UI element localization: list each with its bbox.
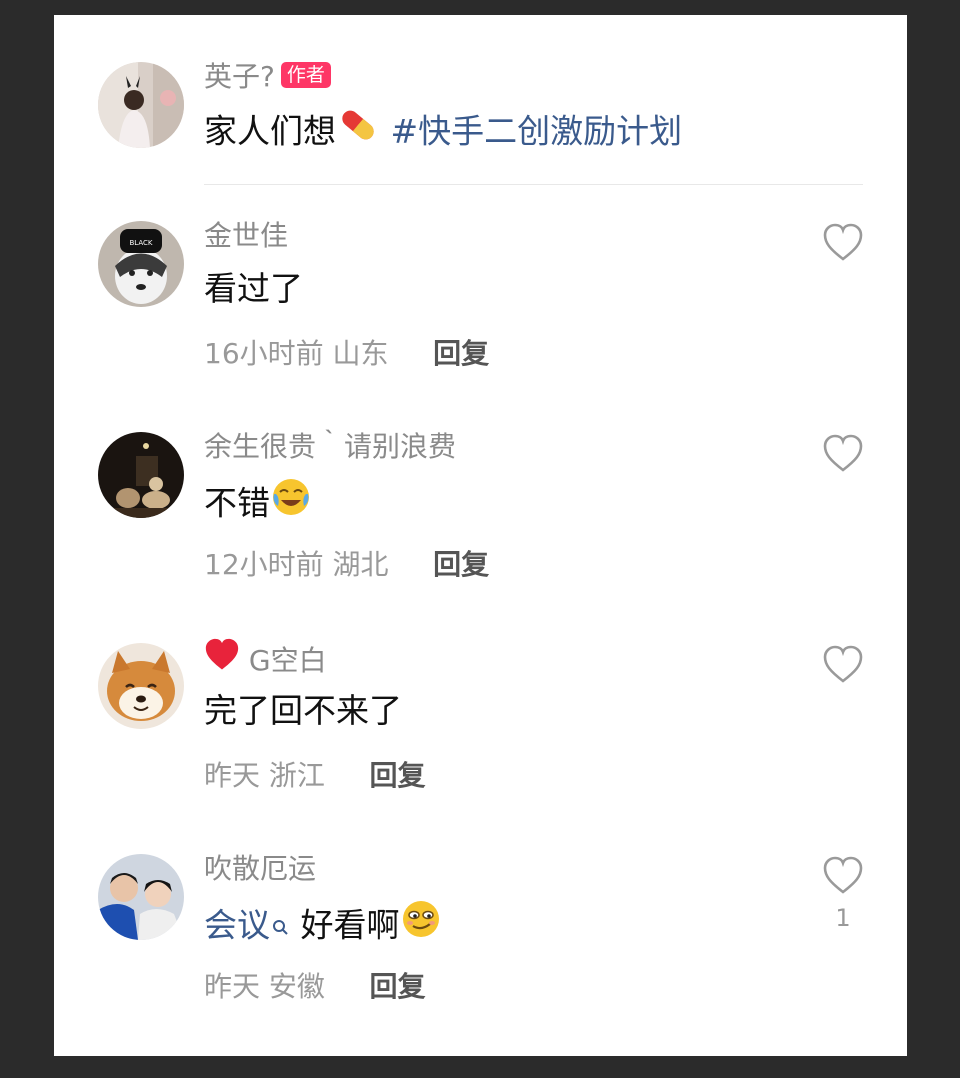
comment-location: 浙江	[268, 759, 325, 792]
pill-emoji-icon	[336, 105, 380, 155]
commenter-name-text[interactable]: G空白	[249, 644, 327, 677]
crying-laughing-emoji-icon	[270, 476, 312, 528]
comment-body: 好看啊	[300, 905, 400, 945]
like-heart-icon[interactable]	[822, 223, 864, 263]
commenter-name[interactable]: G空白	[204, 638, 327, 683]
commenter-name[interactable]: 余生很贵｀请别浪费	[204, 430, 456, 464]
like-heart-icon[interactable]	[822, 434, 864, 474]
reply-button[interactable]: 回复	[433, 337, 489, 370]
author-name[interactable]: 英子? 作者	[204, 60, 331, 94]
hashtag-link[interactable]: #快手二创激励计划	[391, 112, 683, 151]
comment-body: 不错	[204, 483, 270, 523]
author-comment-body: 家人们想	[204, 111, 336, 151]
comment-time: 昨天	[204, 759, 261, 792]
commenter-avatar[interactable]	[98, 854, 184, 940]
author-avatar[interactable]	[98, 62, 184, 148]
search-icon[interactable]	[272, 905, 290, 947]
comment-location: 湖北	[332, 548, 389, 581]
comment-time: 16小时前	[204, 337, 324, 370]
author-name-text[interactable]: 英子?	[204, 60, 275, 93]
like-heart-icon[interactable]	[822, 856, 864, 896]
comment-meta: 昨天 浙江 回复	[204, 759, 425, 793]
commenter-avatar[interactable]: BLACK	[98, 221, 184, 307]
author-comment-text: 家人们想 #快手二创激励计划	[204, 108, 682, 158]
comment-meta: 12小时前 湖北 回复	[204, 548, 489, 582]
commenter-avatar[interactable]	[98, 643, 184, 729]
like-count: 1	[835, 904, 851, 932]
comment-text: 会议 好看啊	[204, 901, 442, 953]
comment-time: 昨天	[204, 970, 261, 1003]
comment-text: 看过了	[204, 269, 303, 308]
comment-location: 安徽	[268, 970, 325, 1003]
reply-button[interactable]: 回复	[433, 548, 489, 581]
divider	[204, 184, 863, 185]
svg-text:BLACK: BLACK	[129, 239, 152, 247]
smirk-emoji-icon	[400, 898, 442, 950]
commenter-name[interactable]: 金世佳	[204, 219, 288, 253]
comment-location: 山东	[332, 337, 389, 370]
commenter-name[interactable]: 吹散厄运	[204, 852, 316, 886]
author-badge: 作者	[280, 62, 331, 88]
red-heart-emoji-icon	[204, 638, 240, 680]
search-link[interactable]: 会议	[204, 906, 270, 945]
comment-time: 12小时前	[204, 548, 324, 581]
like-heart-icon[interactable]	[822, 645, 864, 685]
reply-button[interactable]: 回复	[369, 759, 425, 792]
reply-button[interactable]: 回复	[369, 970, 425, 1003]
comment-meta: 16小时前 山东 回复	[204, 337, 489, 371]
comment-meta: 昨天 安徽 回复	[204, 970, 425, 1004]
comment-text: 不错	[204, 479, 312, 531]
comment-text: 完了回不来了	[204, 691, 402, 730]
commenter-avatar[interactable]	[98, 432, 184, 518]
